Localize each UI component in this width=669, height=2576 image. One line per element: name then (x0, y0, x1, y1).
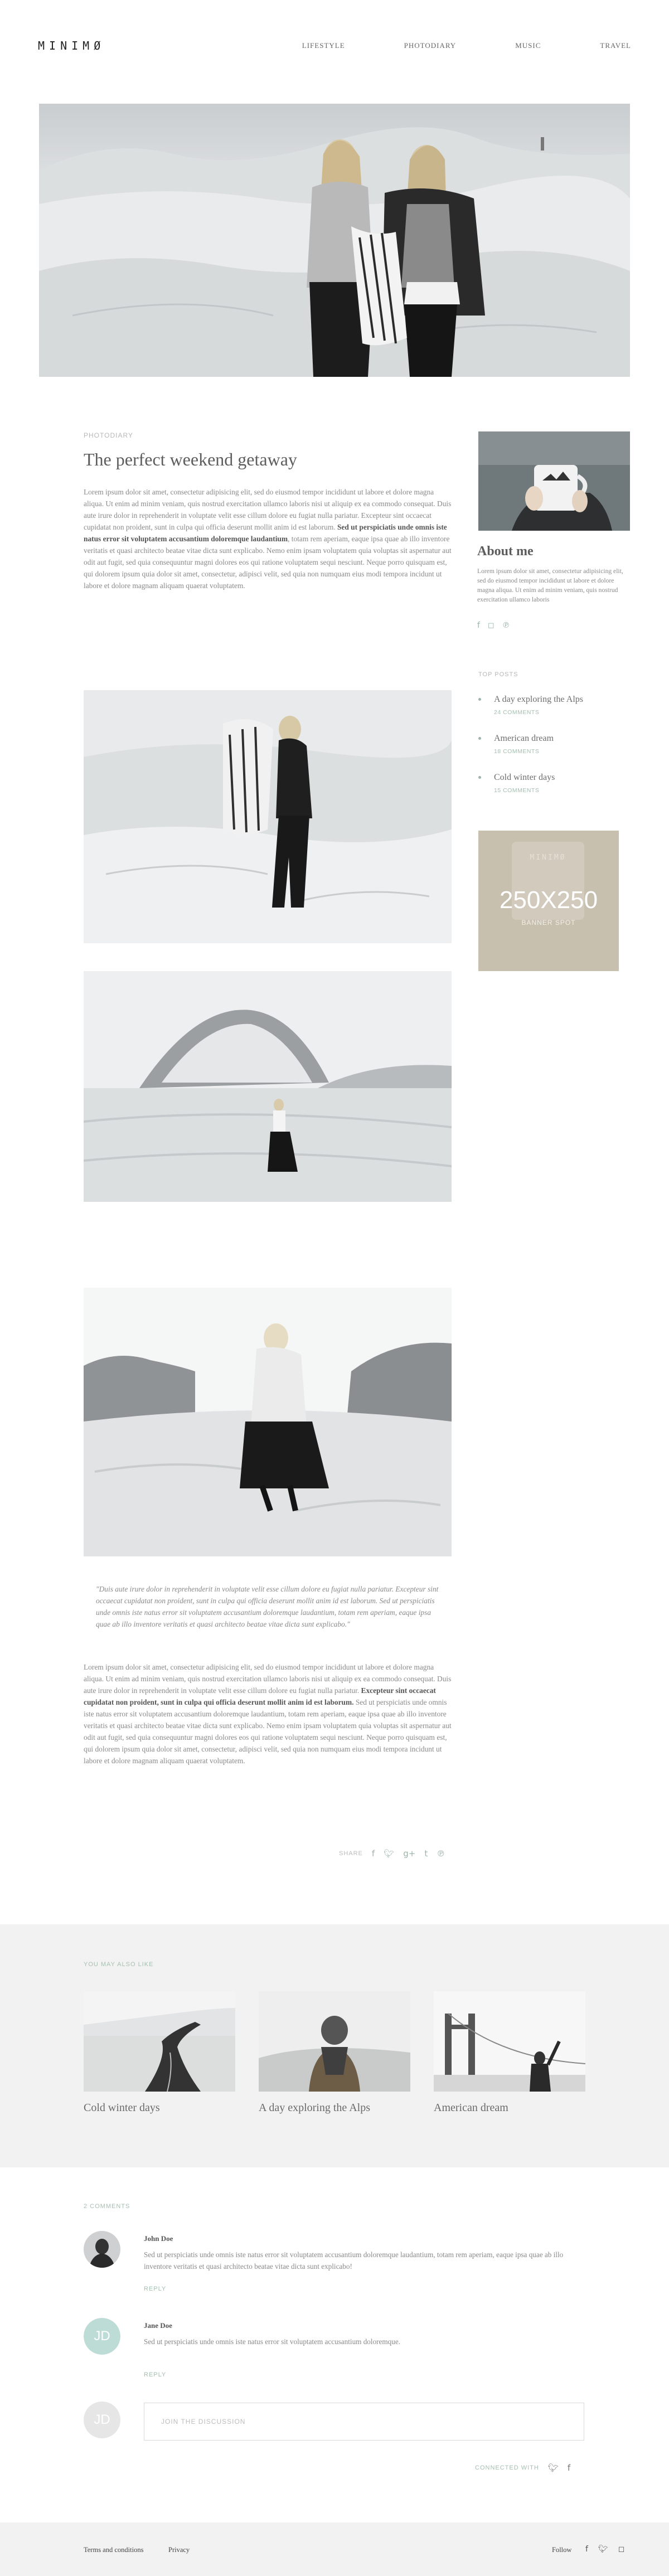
avatar (84, 2231, 120, 2268)
site-header: MINIMØ LIFESTYLE PHOTODIARY MUSIC TRAVEL (0, 0, 669, 95)
banner-mug-logo: MINIMØ (530, 853, 566, 862)
twitter-icon[interactable]: 🐦︎ (384, 1849, 394, 1859)
related-card[interactable]: American dream (434, 1991, 585, 2114)
post-title: The perfect weekend getaway (84, 449, 297, 469)
current-user-avatar: JD (84, 2402, 120, 2438)
about-me-title: About me (477, 544, 534, 559)
share-label: SHARE (339, 1850, 363, 1857)
footer-social-icons: f 🐦︎ ◻ (585, 2545, 624, 2554)
facebook-icon[interactable]: f (372, 1849, 375, 1859)
top-post-comments[interactable]: 24 COMMENTS (494, 709, 539, 716)
top-post-comments[interactable]: 18 COMMENTS (494, 748, 539, 755)
facebook-icon[interactable]: f (585, 2545, 588, 2554)
post-photo-2 (84, 971, 452, 1202)
facebook-icon[interactable]: f (477, 621, 480, 630)
related-posts: YOU MAY ALSO LIKE Cold winter days A day… (0, 1924, 669, 2167)
nav-item-photodiary[interactable]: PHOTODIARY (404, 41, 457, 50)
join-discussion-input[interactable] (144, 2403, 584, 2441)
post-outro: Lorem ipsum dolor sit amet, consectetur … (84, 1661, 452, 1767)
bullet-icon (478, 698, 481, 701)
tumblr-icon[interactable]: t (424, 1849, 428, 1859)
reply-button[interactable]: REPLY (144, 2371, 166, 2378)
about-me-text: Lorem ipsum dolor sit amet, consectetur … (477, 567, 623, 603)
about-me-image (478, 431, 630, 531)
post-category[interactable]: PHOTODIARY (84, 431, 133, 439)
related-card[interactable]: Cold winter days (84, 1991, 235, 2114)
post-quote: "Duis aute irure dolor in reprehenderit … (96, 1585, 439, 1628)
connected-with: CONNECTED WITH 🐦︎ f (475, 2463, 570, 2473)
comment: John Doe Sed ut perspiciatis unde omnis … (84, 2231, 585, 2292)
nav-item-music[interactable]: MUSIC (515, 41, 541, 50)
top-posts-label: TOP POSTS (478, 671, 518, 678)
top-post-title[interactable]: Cold winter days (494, 773, 555, 783)
page: MINIMØ LIFESTYLE PHOTODIARY MUSIC TRAVEL (0, 0, 669, 2576)
comment-text: Sed ut perspiciatis unde omnis iste natu… (144, 2337, 400, 2346)
comment: JD Jane Doe Sed ut perspiciatis unde omn… (84, 2318, 585, 2379)
google-plus-icon[interactable]: g+ (403, 1849, 415, 1859)
bullet-icon (478, 737, 481, 740)
facebook-icon[interactable]: f (568, 2463, 570, 2473)
related-image (84, 1991, 235, 2092)
related-image (259, 1991, 410, 2092)
post-photo-3 (84, 1288, 452, 1556)
about-social-icons: f ◻ ℗ (477, 621, 510, 630)
pinterest-icon[interactable]: ℗ (502, 621, 510, 630)
post-photo-1 (84, 690, 452, 943)
related-image (434, 1991, 585, 2092)
outro-text-b: Sed ut perspiciatis unde omnis iste natu… (84, 1698, 452, 1765)
twitter-icon[interactable]: 🐦︎ (598, 2545, 608, 2554)
related-title[interactable]: Cold winter days (84, 2102, 235, 2114)
privacy-link[interactable]: Privacy (168, 2546, 190, 2554)
related-label: YOU MAY ALSO LIKE (84, 1961, 154, 1968)
nav-item-travel[interactable]: TRAVEL (600, 41, 631, 50)
reply-button[interactable]: REPLY (144, 2286, 166, 2292)
twitter-icon[interactable]: 🐦︎ (548, 2463, 559, 2473)
avatar: JD (84, 2318, 120, 2355)
banner-label: BANNER SPOT (521, 919, 576, 926)
related-title[interactable]: American dream (434, 2102, 585, 2114)
share-bar: SHARE f 🐦︎ g+ t ℗ (339, 1849, 445, 1859)
comment-text: Sed ut perspiciatis unde omnis iste natu… (144, 2250, 564, 2271)
instagram-icon[interactable]: ◻ (618, 2545, 625, 2554)
nav-item-lifestyle[interactable]: LIFESTYLE (302, 41, 345, 50)
comment-author: Jane Doe (144, 2321, 172, 2330)
top-post-comments[interactable]: 15 COMMENTS (494, 787, 539, 794)
avatar-initials: JD (84, 2318, 120, 2355)
bullet-icon (478, 776, 481, 779)
main-nav: LIFESTYLE PHOTODIARY MUSIC TRAVEL (243, 41, 631, 50)
comment-author: John Doe (144, 2234, 173, 2243)
hero-image (39, 104, 630, 377)
banner-size: 250X250 (499, 886, 598, 914)
instagram-icon[interactable]: ◻ (488, 621, 495, 630)
terms-link[interactable]: Terms and conditions (84, 2546, 143, 2554)
follow-label: Follow (552, 2546, 572, 2554)
comments-count: 2 COMMENTS (84, 2203, 130, 2210)
pinterest-icon[interactable]: ℗ (437, 1849, 445, 1859)
banner-spot[interactable]: MINIMØ 250X250 BANNER SPOT (478, 831, 619, 971)
related-card[interactable]: A day exploring the Alps (259, 1991, 410, 2114)
site-footer: Terms and conditions Privacy Follow f 🐦︎… (0, 2522, 669, 2576)
top-post-title[interactable]: A day exploring the Alps (494, 695, 583, 705)
connected-label: CONNECTED WITH (475, 2465, 539, 2471)
site-logo[interactable]: MINIMØ (38, 39, 105, 52)
related-title[interactable]: A day exploring the Alps (259, 2102, 410, 2114)
post-intro: Lorem ipsum dolor sit amet, consectetur … (84, 486, 452, 591)
top-post-title[interactable]: American dream (494, 734, 554, 744)
